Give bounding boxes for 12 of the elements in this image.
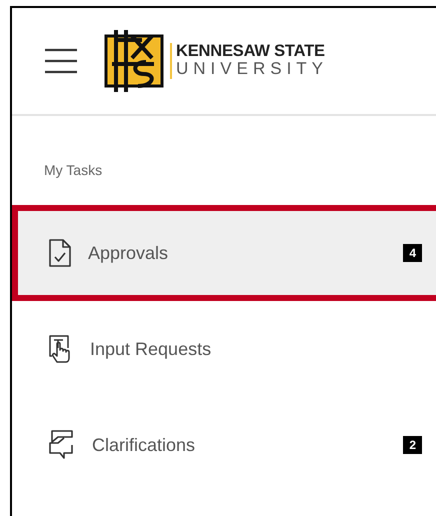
chat-bubbles-icon <box>48 429 76 461</box>
logo-subtext: UNIVERSITY <box>176 60 328 79</box>
count-badge: 2 <box>403 436 422 454</box>
logo-icon <box>102 28 166 94</box>
logo-text: KENNESAW STATE <box>176 43 326 60</box>
nav-item[interactable]: Approvals 4 <box>12 205 436 301</box>
nav-item[interactable]: Input Requests <box>12 301 436 397</box>
document-check-icon <box>48 238 72 268</box>
section-title: My Tasks <box>43 161 104 180</box>
count-badge: 4 <box>403 244 422 262</box>
menu-icon[interactable] <box>44 48 78 74</box>
nav-item[interactable]: Clarifications 2 <box>12 397 436 493</box>
